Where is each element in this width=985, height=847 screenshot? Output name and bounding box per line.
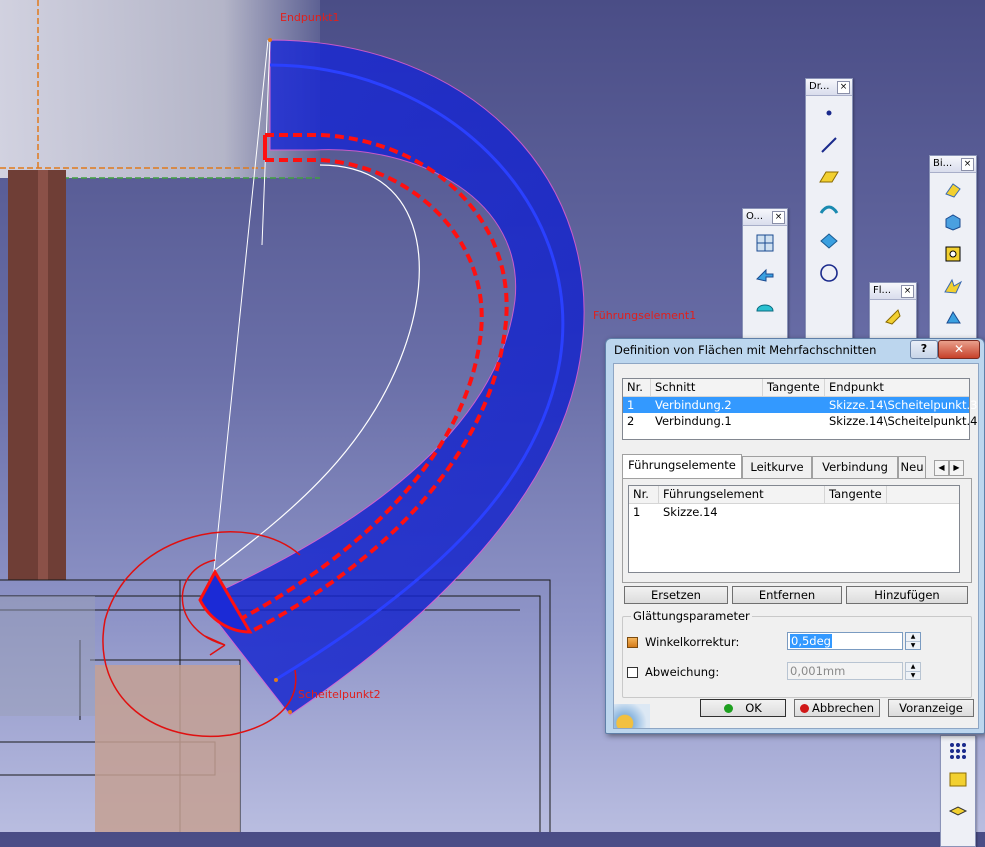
deviation-input[interactable]: 0,001mm (787, 662, 903, 680)
tab-guides[interactable]: Führungselemente (622, 454, 742, 478)
angle-value-highlight: 0,5deg (790, 634, 832, 648)
toolbar-fl[interactable]: Fl... × (869, 282, 917, 342)
cancel-button[interactable]: Abbrechen (794, 699, 880, 717)
tab-coupling[interactable]: Verbindung (812, 456, 898, 478)
tab-relimitation[interactable]: Neu (898, 456, 926, 478)
deviation-stepper[interactable]: ▲ ▼ (905, 662, 921, 680)
close-icon[interactable]: × (837, 81, 850, 94)
guides-table-header: Nr. Führungselement Tangente (629, 486, 959, 504)
solid-icon[interactable] (940, 177, 966, 203)
boundary-icon[interactable] (940, 305, 966, 331)
circle-icon[interactable] (816, 260, 842, 286)
table-row[interactable]: 1 Verbindung.2 Skizze.14\Scheitelpunkt.3 (623, 397, 978, 413)
grid-icon[interactable] (752, 230, 778, 256)
close-icon[interactable]: × (772, 211, 785, 224)
row-nr: 2 (627, 414, 635, 428)
dialog-body: Nr. Schnitt Tangente Endpunkt 1 Verbindu… (613, 363, 979, 729)
help-button[interactable]: ? (910, 340, 938, 359)
square-icon[interactable] (940, 241, 966, 267)
table-icon[interactable] (945, 766, 971, 792)
column-header[interactable]: Nr. (629, 486, 659, 503)
fill-icon[interactable] (816, 228, 842, 254)
join-icon[interactable] (940, 273, 966, 299)
multisection-dialog: Definition von Flächen mit Mehrfachschni… (605, 338, 985, 734)
arrow-icon[interactable] (752, 262, 778, 288)
row-endpoint: Skizze.14\Scheitelpunkt.3 (829, 398, 978, 412)
row-nr: 1 (633, 505, 641, 519)
dialog-title-bar[interactable]: Definition von Flächen mit Mehrfachschni… (606, 339, 984, 361)
row-tangent (763, 413, 825, 429)
deviation-label: Abweichung: (645, 665, 720, 679)
angle-label: Winkelkorrektur: (645, 635, 740, 649)
tab-scroll-right-icon[interactable]: ▶ (949, 460, 964, 476)
row-section: Verbindung.1 (655, 414, 732, 428)
plane-icon[interactable] (816, 164, 842, 190)
column-header[interactable]: Tangente (763, 379, 825, 396)
stack-icon[interactable] (945, 794, 971, 820)
replace-button[interactable]: Ersetzen (624, 586, 728, 604)
preview-button[interactable]: Voranzeige (888, 699, 974, 717)
toolbar-title: Dr... (809, 81, 830, 92)
point-icon[interactable] (816, 100, 842, 126)
brown-column (8, 170, 66, 580)
smoothing-group-title: Glättungsparameter (631, 609, 752, 623)
half-circle-icon[interactable] (752, 294, 778, 320)
column-header[interactable]: Nr. (623, 379, 651, 396)
angle-stepper[interactable]: ▲ ▼ (905, 632, 921, 650)
guides-panel: Nr. Führungselement Tangente 1 Skizze.14 (622, 478, 972, 583)
toolbar-title: Bi... (933, 158, 953, 169)
row-tangent (825, 504, 887, 520)
tab-scroll-left-icon[interactable]: ◀ (934, 460, 949, 476)
deviation-checkbox[interactable] (627, 667, 638, 678)
cancel-icon (800, 704, 809, 713)
row-nr: 1 (627, 398, 635, 412)
pattern-icon[interactable] (945, 738, 971, 764)
close-icon[interactable]: × (961, 158, 974, 171)
vertex-label: Scheitelpunkt2 (298, 688, 381, 701)
row-guide: Skizze.14 (663, 505, 718, 519)
toolbar-draw[interactable]: Dr... × (805, 78, 853, 342)
tab-spine[interactable]: Leitkurve (742, 456, 812, 478)
row-endpoint: Skizze.14\Scheitelpunkt.4 (829, 414, 978, 428)
angle-checkbox[interactable] (627, 637, 638, 648)
flange-icon[interactable] (880, 304, 906, 330)
ok-icon (724, 704, 734, 713)
guides-table[interactable]: Nr. Führungselement Tangente 1 Skizze.14 (628, 485, 960, 573)
row-section: Verbindung.2 (655, 398, 732, 412)
close-button[interactable]: ✕ (938, 340, 980, 359)
cube-icon[interactable] (940, 209, 966, 235)
ok-button[interactable]: OK (700, 699, 786, 717)
sections-table[interactable]: Nr. Schnitt Tangente Endpunkt 1 Verbindu… (622, 378, 978, 440)
close-icon[interactable]: × (901, 285, 914, 298)
toolbar-bi[interactable]: Bi... × (929, 155, 977, 342)
column-header[interactable]: Schnitt (651, 379, 763, 396)
catia-logo-icon (614, 704, 650, 728)
toolbar-o[interactable]: O... × (742, 208, 788, 342)
table-row[interactable]: 2 Verbindung.1 Skizze.14\Scheitelpunkt.4 (623, 413, 978, 429)
endpoint-label: Endpunkt1 (280, 11, 340, 24)
surface-icon[interactable] (816, 196, 842, 222)
toolbar-title: O... (746, 211, 764, 222)
tab-strip: Führungselemente Leitkurve Verbindung Ne… (622, 454, 964, 478)
sections-table-header: Nr. Schnitt Tangente Endpunkt (623, 379, 969, 397)
smoothing-group: Glättungsparameter Winkelkorrektur: 0,5d… (622, 609, 972, 698)
toolbar-title: Fl... (873, 285, 892, 296)
column-header[interactable]: Tangente (825, 486, 887, 503)
line-icon[interactable] (816, 132, 842, 158)
row-tangent (763, 397, 825, 413)
table-row[interactable]: 1 Skizze.14 (629, 504, 959, 520)
remove-button[interactable]: Entfernen (732, 586, 842, 604)
add-button[interactable]: Hinzufügen (846, 586, 968, 604)
column-header[interactable]: Endpunkt (825, 379, 969, 396)
dialog-title: Definition von Flächen mit Mehrfachschni… (614, 343, 877, 357)
guide-element-label: Führungselement1 (593, 309, 697, 322)
column-header[interactable]: Führungselement (659, 486, 825, 503)
toolbar-bottom[interactable] (940, 735, 976, 847)
